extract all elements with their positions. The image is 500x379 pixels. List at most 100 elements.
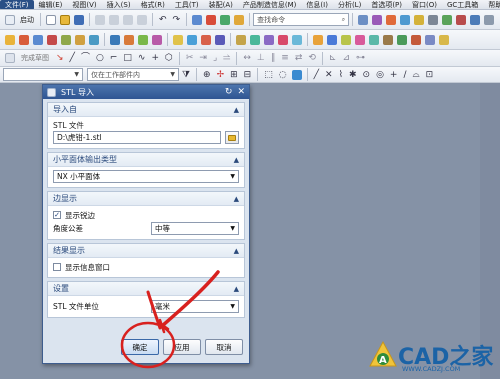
snap-control-icon[interactable]: ⌇ bbox=[339, 70, 343, 80]
solid-body-icon[interactable] bbox=[291, 69, 302, 80]
spline-icon[interactable]: ∿ bbox=[138, 53, 146, 63]
arc-icon[interactable]: ⌒ bbox=[81, 53, 90, 63]
display-icon[interactable] bbox=[220, 14, 231, 25]
create-inferred-icon[interactable]: ⊿ bbox=[342, 53, 350, 63]
move-face-icon[interactable] bbox=[411, 34, 421, 45]
menu-item[interactable]: 窗口(O) bbox=[407, 0, 442, 9]
angle-tolerance-select[interactable]: 中等 ▼ bbox=[151, 221, 239, 235]
undo-icon[interactable]: ↶ bbox=[159, 15, 167, 25]
section-header-result-display[interactable]: 结果显示 ▲ bbox=[48, 244, 244, 258]
show-sharp-edges-checkbox[interactable]: ✓ bbox=[53, 211, 61, 219]
delete-icon[interactable] bbox=[137, 14, 147, 25]
facet-type-select[interactable]: NX 小平面体 ▼ bbox=[53, 170, 239, 183]
cancel-button[interactable]: 取消 bbox=[205, 339, 243, 355]
stl-file-input[interactable]: D:\虎钳-1.stl bbox=[53, 131, 221, 144]
show-constraints-icon[interactable]: ≡ bbox=[281, 53, 289, 63]
alternate-solution-icon[interactable]: ⟲ bbox=[308, 53, 316, 63]
menu-item[interactable]: 文件(F) bbox=[0, 0, 34, 9]
subtract-icon[interactable] bbox=[124, 34, 134, 45]
section-icon[interactable] bbox=[400, 14, 411, 25]
patch-icon[interactable] bbox=[383, 34, 393, 45]
color-icon[interactable] bbox=[442, 14, 453, 25]
blend-icon[interactable] bbox=[355, 34, 365, 45]
reset-icon[interactable]: ↻ bbox=[225, 87, 233, 97]
command-search-input[interactable]: 查找命令 ⌕ bbox=[253, 13, 350, 26]
perspective-icon[interactable] bbox=[470, 14, 481, 25]
offset-icon[interactable] bbox=[264, 34, 274, 45]
line-icon[interactable]: ╱ bbox=[70, 53, 75, 63]
circle-icon[interactable]: ○ bbox=[96, 53, 104, 63]
boss-icon[interactable] bbox=[61, 34, 71, 45]
grid-icon[interactable] bbox=[428, 14, 439, 25]
menu-item[interactable]: 编辑(E) bbox=[34, 0, 68, 9]
stl-unit-select[interactable]: 毫米 ▼ bbox=[151, 299, 239, 313]
menu-item[interactable]: 格式(R) bbox=[136, 0, 170, 9]
thicken-icon[interactable] bbox=[292, 34, 302, 45]
loft-icon[interactable] bbox=[341, 34, 351, 45]
type-filter-select[interactable]: ▼ bbox=[3, 68, 83, 81]
mirror-icon[interactable] bbox=[250, 34, 260, 45]
constraint-icon[interactable]: ⊥ bbox=[257, 53, 265, 63]
sweep-icon[interactable] bbox=[327, 34, 337, 45]
snap-intersection-icon[interactable]: ✱ bbox=[349, 70, 357, 80]
ok-button[interactable]: 确定 bbox=[121, 339, 159, 355]
snap-on-curve-icon[interactable]: ∕ bbox=[403, 70, 406, 80]
surface-icon[interactable] bbox=[313, 34, 323, 45]
profile-icon[interactable]: ↘ bbox=[56, 53, 64, 63]
menu-item[interactable]: 帮助(H) bbox=[483, 0, 500, 9]
snap-bounded-icon[interactable]: ⊡ bbox=[426, 70, 434, 80]
extend-icon[interactable]: ⇥ bbox=[199, 53, 207, 63]
selection-scope-select[interactable]: 仅在工作部件内 ▼ bbox=[87, 68, 179, 81]
revolve-icon[interactable] bbox=[33, 34, 43, 45]
finish-sketch-icon[interactable] bbox=[5, 53, 15, 63]
sketch-icon[interactable] bbox=[5, 34, 15, 45]
open-folder-icon[interactable] bbox=[60, 14, 70, 25]
auto-constrain-icon[interactable]: ∥ bbox=[271, 53, 276, 63]
chamfer-icon[interactable] bbox=[187, 34, 197, 45]
extract-icon[interactable] bbox=[397, 34, 407, 45]
menu-item[interactable]: 装配(A) bbox=[204, 0, 238, 9]
section-header-facet-output-type[interactable]: 小平面体输出类型 ▲ bbox=[48, 153, 244, 167]
apply-button[interactable]: 应用 bbox=[163, 339, 201, 355]
select-all-icon[interactable]: ⊕ bbox=[203, 70, 211, 80]
point-icon[interactable]: + bbox=[151, 53, 159, 63]
menu-item[interactable]: 视图(V) bbox=[67, 0, 101, 9]
browse-button[interactable] bbox=[225, 131, 239, 144]
dialog-title-bar[interactable]: STL 导入 ↻ ✕ bbox=[43, 85, 249, 99]
hole-icon[interactable] bbox=[47, 34, 57, 45]
snap-midpoint-icon[interactable]: ✕ bbox=[325, 70, 333, 80]
highlight-icon[interactable] bbox=[414, 14, 425, 25]
menu-item[interactable]: 分析(L) bbox=[333, 0, 366, 9]
redo-icon[interactable]: ↷ bbox=[173, 15, 181, 25]
inferred-constraint-icon[interactable]: ⊾ bbox=[329, 53, 337, 63]
cut-icon[interactable] bbox=[95, 14, 105, 25]
start-menu[interactable]: 启动 bbox=[20, 15, 34, 25]
new-file-icon[interactable] bbox=[46, 14, 56, 25]
material-icon[interactable] bbox=[456, 14, 467, 25]
show-info-window-checkbox[interactable] bbox=[53, 263, 61, 271]
fillet-icon[interactable]: ⌐ bbox=[110, 53, 118, 63]
select-feature-icon[interactable]: ⊞ bbox=[230, 70, 238, 80]
scale-icon[interactable] bbox=[278, 34, 288, 45]
menu-item[interactable]: 产品制造信息(M) bbox=[238, 0, 302, 9]
view-icon[interactable] bbox=[358, 14, 369, 25]
trim-icon[interactable]: ✂ bbox=[186, 53, 194, 63]
save-icon[interactable] bbox=[74, 14, 84, 25]
offset-curve-icon[interactable]: ⥬ bbox=[223, 53, 230, 63]
menu-item[interactable]: 插入(S) bbox=[102, 0, 136, 9]
pad-icon[interactable] bbox=[89, 34, 99, 45]
edge-blend-icon[interactable] bbox=[173, 34, 183, 45]
menu-item[interactable]: 工具(T) bbox=[170, 0, 204, 9]
snap-on-surface-icon[interactable]: ⌓ bbox=[413, 70, 420, 80]
tool-icon[interactable] bbox=[206, 14, 217, 25]
snap-existing-icon[interactable]: + bbox=[390, 70, 398, 80]
extrude-icon[interactable] bbox=[19, 34, 29, 45]
rectangle-icon[interactable]: □ bbox=[123, 53, 132, 63]
select-body-icon[interactable]: ⊟ bbox=[244, 70, 252, 80]
continuous-dimension-icon[interactable]: ⊶ bbox=[356, 53, 365, 63]
menu-item[interactable]: 首选项(P) bbox=[366, 0, 407, 9]
menu-item[interactable]: 信息(I) bbox=[301, 0, 333, 9]
paste-icon[interactable] bbox=[123, 14, 133, 25]
copy-icon[interactable] bbox=[109, 14, 119, 25]
section-header-settings[interactable]: 设置 ▲ bbox=[48, 282, 244, 296]
